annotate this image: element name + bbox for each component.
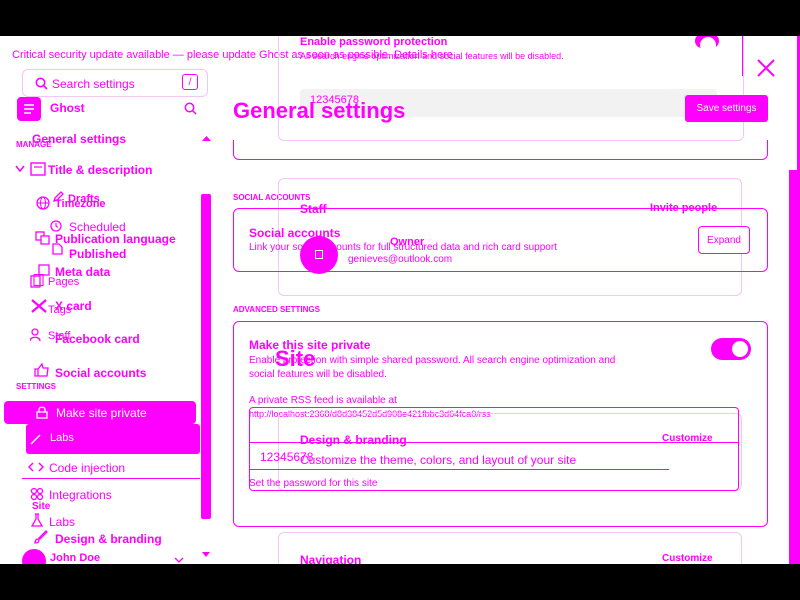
field-divider-bottom (249, 469, 669, 470)
code-icon (28, 462, 44, 472)
pages-icon (30, 274, 44, 288)
expand-button[interactable]: Expand (698, 226, 750, 254)
search-input[interactable]: Search settings (52, 77, 135, 91)
previous-section-card (233, 140, 768, 160)
globe-icon (36, 196, 50, 210)
password-protection-title: Enable password protection (300, 36, 448, 48)
password-hint: Set the password for this site (249, 478, 378, 489)
thumbs-icon (34, 363, 49, 377)
sidebar-item-social-accounts[interactable]: Social accounts (55, 366, 146, 380)
search-icon (35, 77, 48, 90)
staff-email: genieves@outlook.com (348, 254, 453, 265)
brand-name[interactable]: Ghost (50, 101, 85, 115)
brand-search-icon[interactable] (184, 102, 197, 115)
sidebar-item-make-site-private-label: Make site private (56, 406, 147, 420)
sidebar-item-make-site-private[interactable]: Make site private (4, 401, 196, 424)
scroll-down-arrow-icon[interactable] (202, 552, 210, 558)
staff-role: Owner (390, 236, 425, 248)
sidebar-item-labs-dup-label: Labs (50, 432, 74, 444)
password-protection-toggle[interactable] (695, 36, 719, 53)
sidebar-item-integrations[interactable]: Integrations (49, 488, 112, 502)
shortcut-key-badge: / (182, 74, 198, 90)
sidebar-divider (22, 478, 200, 479)
translate-icon (35, 231, 50, 245)
sidebar-item-publication-language[interactable]: Publication language (55, 232, 176, 246)
wand-icon (30, 434, 41, 445)
sidebar-site-header: Site (32, 501, 51, 512)
title-icon (30, 162, 46, 176)
sidebar-item-title-description[interactable]: Title & description (48, 163, 152, 177)
sidebar-item-timezone[interactable]: Timezone (55, 198, 106, 210)
advanced-settings-header: ADVANCED SETTINGS (233, 305, 320, 314)
chevron-down-icon[interactable] (15, 165, 25, 173)
doc-icon (52, 243, 63, 255)
settings-header: SETTINGS (16, 382, 57, 391)
clock-icon (50, 220, 62, 232)
user-name[interactable]: John Doe (50, 552, 100, 564)
close-icon[interactable] (756, 58, 776, 78)
make-private-desc-2: social features will be disabled. (249, 369, 387, 380)
sidebar-item-published[interactable]: Published (69, 247, 126, 261)
sidebar-item-design-branding[interactable]: Design & branding (55, 532, 162, 546)
sidebar-item-pages[interactable]: Pages (48, 276, 79, 288)
navigation-customize-link[interactable]: Customize (662, 553, 713, 564)
sidebar-item-code-injection[interactable]: Code injection (49, 461, 125, 475)
design-desc: Customize the theme, colors, and layout … (300, 453, 577, 467)
make-private-toggle[interactable] (711, 338, 751, 360)
navigation-title: Navigation (300, 553, 362, 564)
chevron-up-icon[interactable] (202, 135, 211, 142)
staff-avatar[interactable] (300, 236, 338, 274)
sidebar-item-labs-highlight[interactable]: Labs (26, 424, 200, 454)
sidebar-scrollbar[interactable] (201, 194, 211, 519)
field-divider-top (249, 442, 739, 443)
sidebar-item-labs[interactable]: Labs (49, 515, 75, 529)
page-title: General settings (233, 98, 406, 123)
sidebar-item-facebook-card[interactable]: Facebook card (55, 332, 140, 346)
chevron-down-small-icon[interactable] (174, 557, 184, 564)
labs-icon (30, 513, 44, 527)
save-settings-button[interactable]: Save settings (685, 95, 768, 122)
rss-label: A private RSS feed is available at (249, 395, 397, 406)
password-protection-desc: All search engine optimization and socia… (300, 51, 564, 61)
design-branding-title: Design & branding (300, 433, 407, 447)
integrations-icon (30, 487, 44, 501)
sidebar-item-tags[interactable]: Tags (48, 304, 71, 316)
avatar[interactable] (22, 549, 46, 564)
staff-icon (30, 328, 41, 342)
user-icon (315, 250, 323, 259)
site-overlay-label: Site (275, 346, 316, 371)
brush-icon (34, 530, 48, 544)
sidebar-general-settings[interactable]: General settings (32, 132, 126, 146)
lock-icon (36, 406, 48, 419)
ghost-logo (17, 97, 41, 121)
screen: Critical security update available — ple… (0, 36, 800, 564)
x-icon (31, 299, 47, 313)
main-scrollbar[interactable] (789, 170, 797, 564)
